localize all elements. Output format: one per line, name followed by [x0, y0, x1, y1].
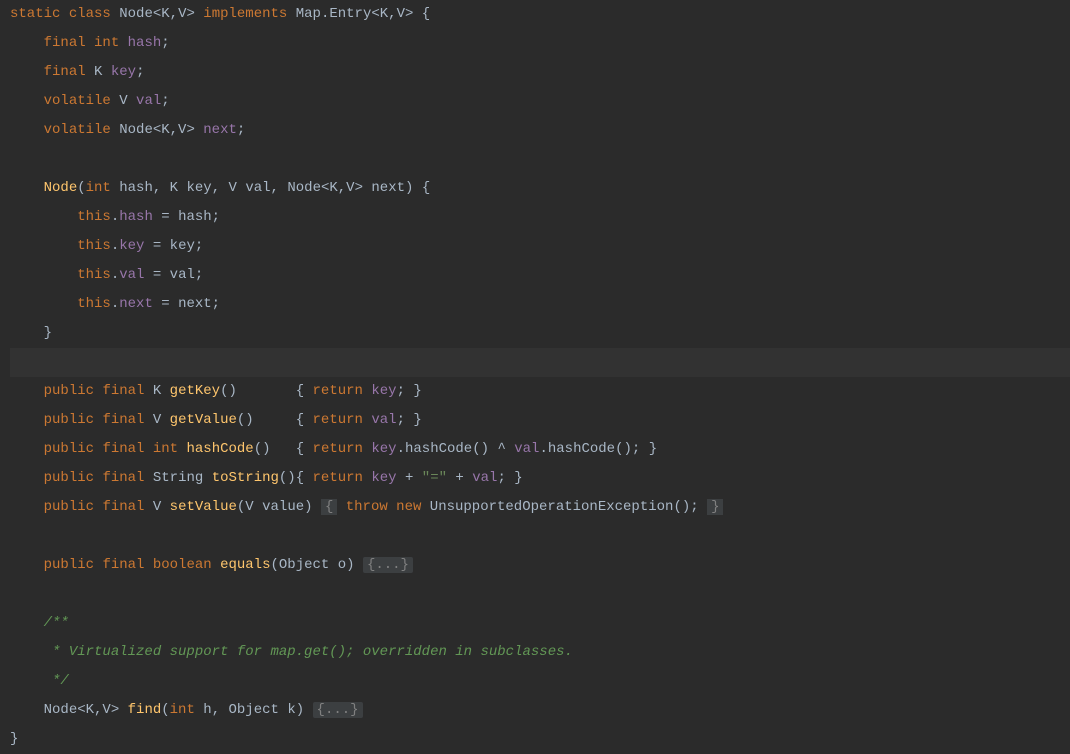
code-line: Node(int hash, K key, V val, Node<K,V> n…	[10, 174, 1070, 203]
code-line: this.next = next;	[10, 290, 1070, 319]
code-line: volatile V val;	[10, 87, 1070, 116]
code-line: volatile Node<K,V> next;	[10, 116, 1070, 145]
code-line	[10, 522, 1070, 551]
code-line: }	[10, 319, 1070, 348]
code-line: /**	[10, 609, 1070, 638]
code-line: Node<K,V> find(int h, Object k) {...}	[10, 696, 1070, 725]
code-line: * Virtualized support for map.get(); ove…	[10, 638, 1070, 667]
code-line: public final String toString(){ return k…	[10, 464, 1070, 493]
code-editor[interactable]: static class Node<K,V> implements Map.En…	[0, 0, 1070, 754]
highlighted-line	[10, 348, 1070, 377]
code-line: public final K getKey() { return key; }	[10, 377, 1070, 406]
code-line: this.val = val;	[10, 261, 1070, 290]
code-line: */	[10, 667, 1070, 696]
code-line: public final V getValue() { return val; …	[10, 406, 1070, 435]
code-line	[10, 580, 1070, 609]
code-line: public final V setValue(V value) { throw…	[10, 493, 1070, 522]
code-line: }	[10, 725, 1070, 754]
code-line: final int hash;	[10, 29, 1070, 58]
code-line: static class Node<K,V> implements Map.En…	[10, 0, 1070, 29]
code-line: this.hash = hash;	[10, 203, 1070, 232]
fold-marker[interactable]: {	[321, 499, 337, 515]
code-line: this.key = key;	[10, 232, 1070, 261]
code-line: final K key;	[10, 58, 1070, 87]
code-line	[10, 145, 1070, 174]
code-line: public final boolean equals(Object o) {.…	[10, 551, 1070, 580]
code-line: public final int hashCode() { return key…	[10, 435, 1070, 464]
fold-marker[interactable]: }	[707, 499, 723, 515]
fold-marker[interactable]: {...}	[313, 702, 363, 718]
fold-marker[interactable]: {...}	[363, 557, 413, 573]
